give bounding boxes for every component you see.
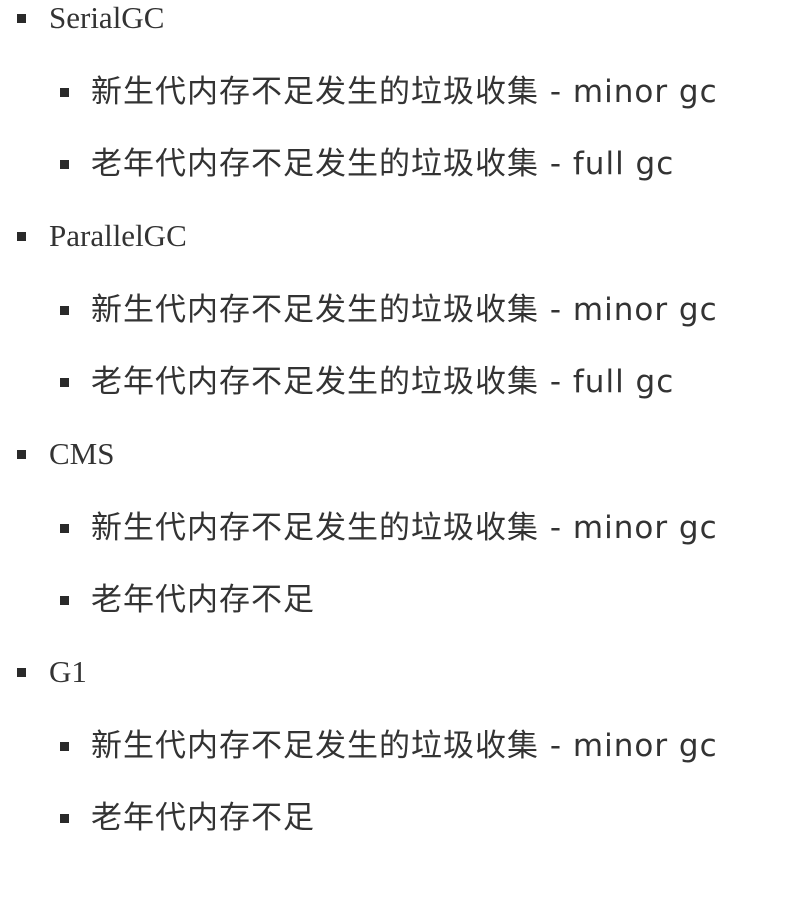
bullet-icon [17, 232, 26, 241]
sub-item: 新生代内存不足发生的垃圾收集 - minor gc [0, 72, 800, 112]
bullet-icon [17, 14, 26, 23]
sub-item-label: 新生代内存不足发生的垃圾收集 - minor gc [91, 510, 718, 546]
collector-name: G1 [49, 654, 87, 689]
sub-item-label: 新生代内存不足发生的垃圾收集 - minor gc [91, 292, 718, 328]
sub-item: 新生代内存不足发生的垃圾收集 - minor gc [0, 290, 800, 330]
bullet-icon [17, 450, 26, 459]
bullet-icon [60, 160, 69, 169]
sub-item-label: 老年代内存不足 [91, 582, 315, 618]
bullet-icon [60, 814, 69, 823]
bullet-icon [60, 742, 69, 751]
bullet-icon [60, 524, 69, 533]
sub-item-label: 老年代内存不足 [91, 800, 315, 836]
sub-item: 新生代内存不足发生的垃圾收集 - minor gc [0, 508, 800, 548]
bullet-icon [60, 88, 69, 97]
sub-item: 新生代内存不足发生的垃圾收集 - minor gc [0, 726, 800, 766]
collector-item-parallelgc: ParallelGC [0, 218, 800, 258]
sub-item: 老年代内存不足发生的垃圾收集 - full gc [0, 144, 800, 184]
sub-item-label: 老年代内存不足发生的垃圾收集 - full gc [91, 364, 675, 400]
collector-name: SerialGC [49, 0, 165, 35]
sub-item-label: 新生代内存不足发生的垃圾收集 - minor gc [91, 74, 718, 110]
sub-item-label: 新生代内存不足发生的垃圾收集 - minor gc [91, 728, 718, 764]
sub-item-label: 老年代内存不足发生的垃圾收集 - full gc [91, 146, 675, 182]
collector-item-cms: CMS [0, 436, 800, 476]
collector-item-serialgc: SerialGC [0, 0, 800, 40]
sub-item: 老年代内存不足 [0, 798, 800, 838]
collector-name: ParallelGC [49, 218, 187, 253]
bullet-icon [17, 668, 26, 677]
bullet-icon [60, 306, 69, 315]
collector-item-g1: G1 [0, 654, 800, 694]
collector-name: CMS [49, 436, 115, 471]
bullet-icon [60, 596, 69, 605]
bullet-icon [60, 378, 69, 387]
sub-item: 老年代内存不足 [0, 580, 800, 620]
sub-item: 老年代内存不足发生的垃圾收集 - full gc [0, 362, 800, 402]
